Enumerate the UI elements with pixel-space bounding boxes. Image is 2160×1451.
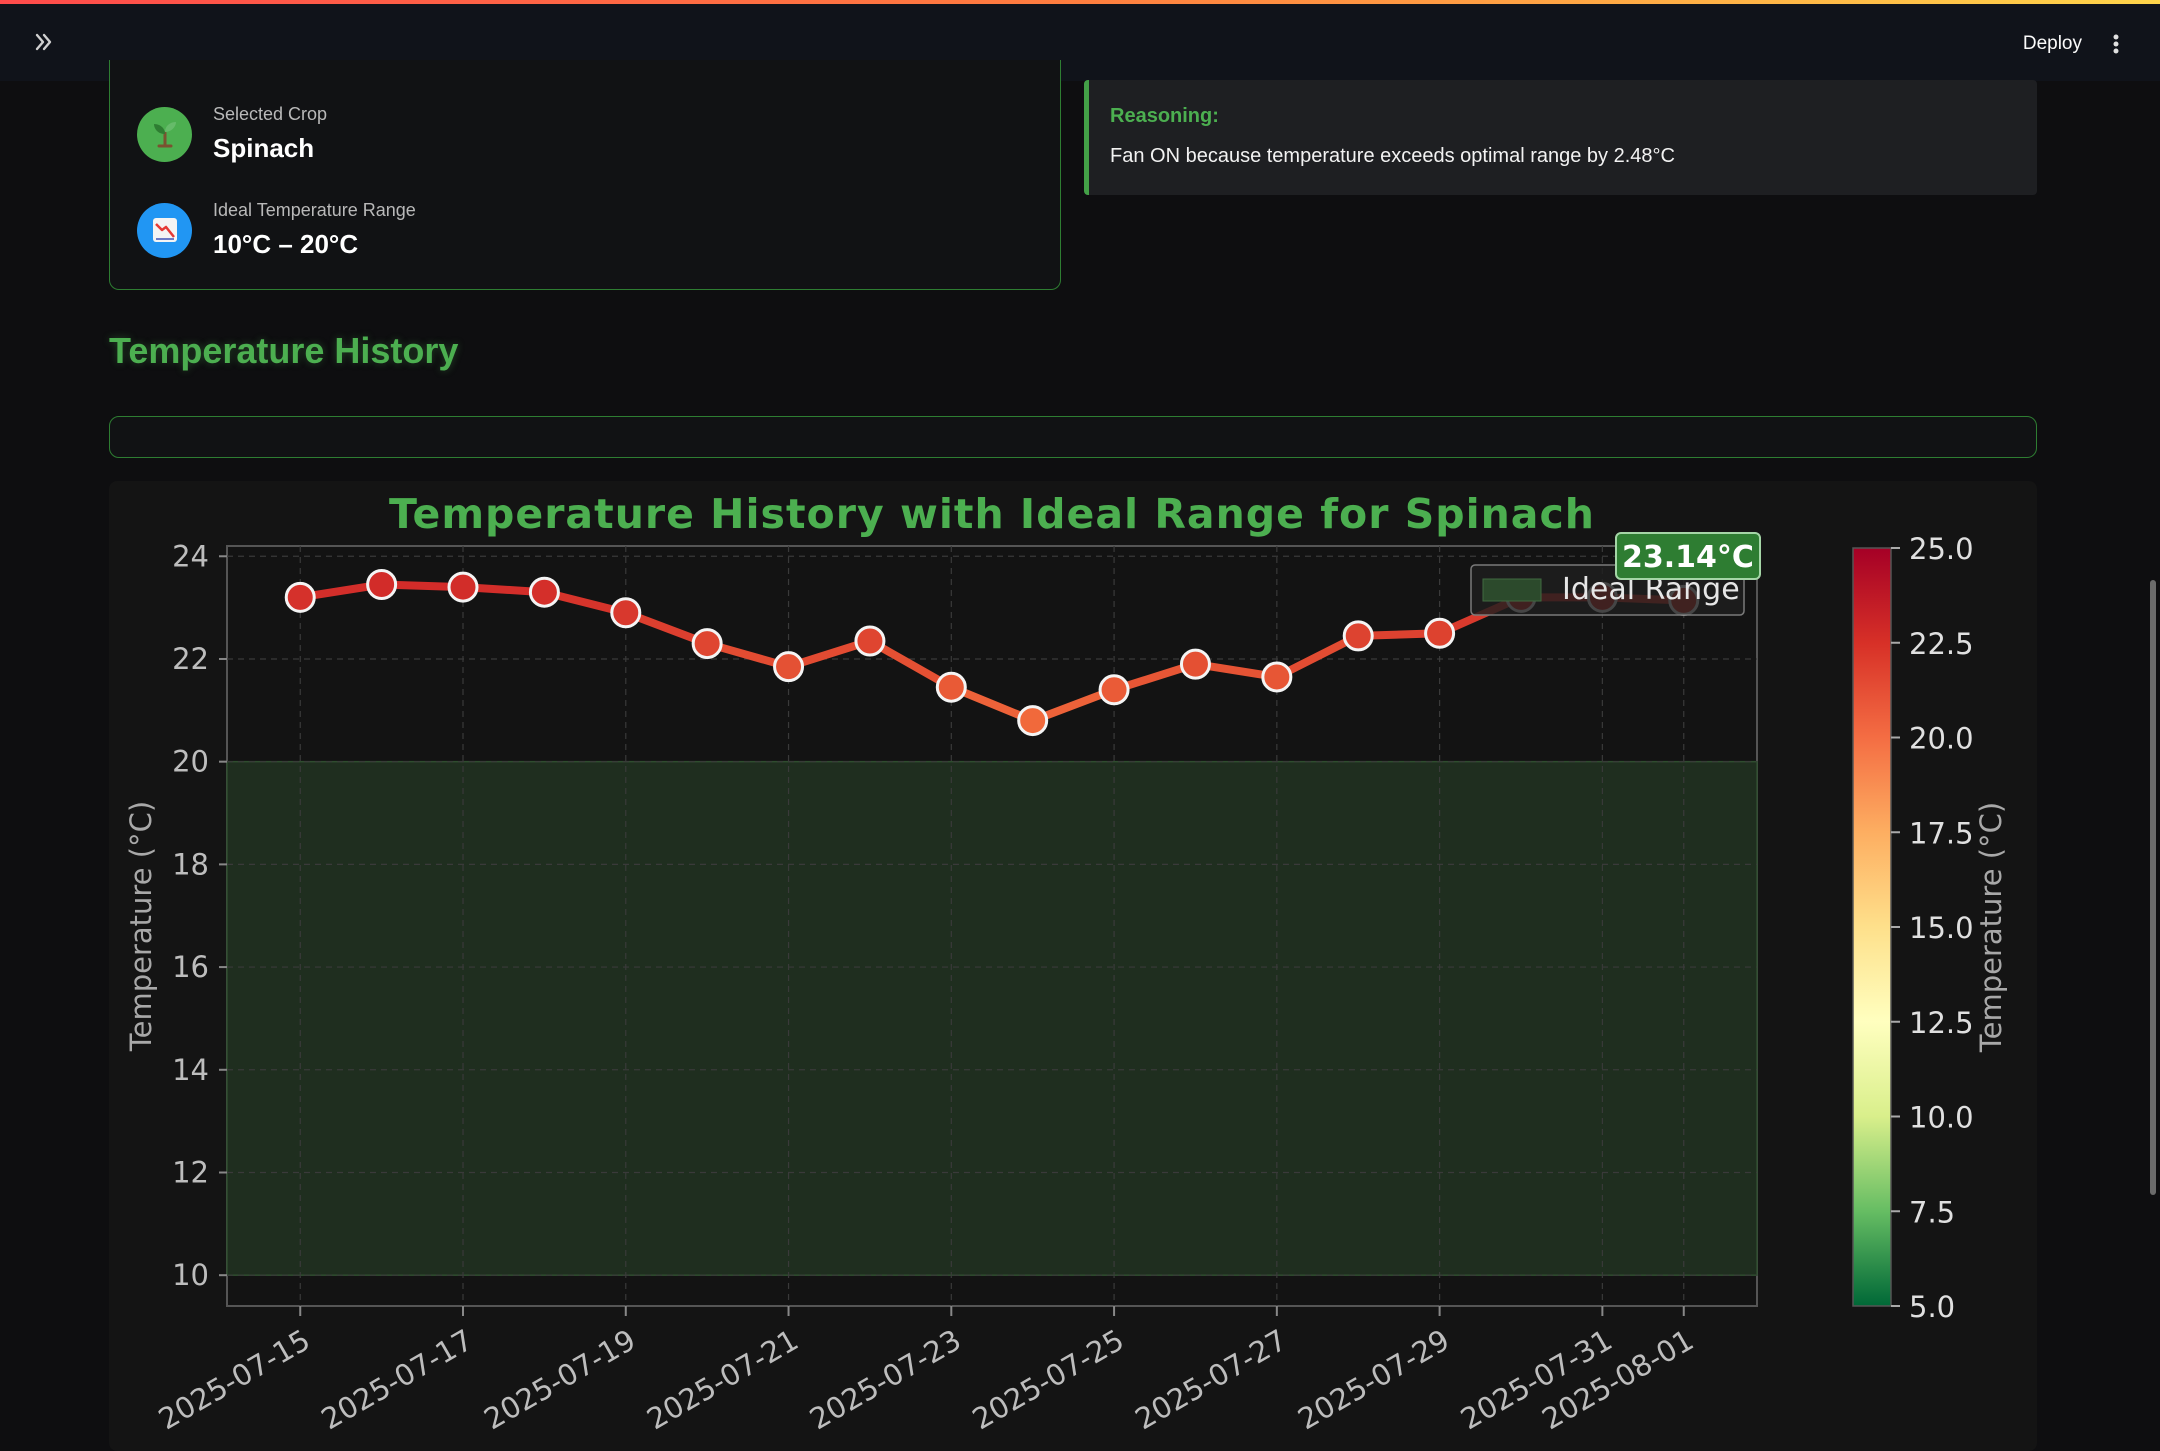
x-tick-label: 2025-07-15 <box>153 1323 316 1437</box>
data-point <box>935 671 967 703</box>
chart-title: Temperature History with Ideal Range for… <box>389 490 1595 538</box>
legend-swatch <box>1482 578 1542 602</box>
y-axis-label: Temperature (°C) <box>124 801 158 1052</box>
y-tick-label: 24 <box>172 539 209 573</box>
data-point <box>854 625 886 657</box>
data-point <box>1179 648 1211 680</box>
ideal-range-row: Ideal Temperature Range 10°C – 20°C <box>137 200 416 260</box>
data-point <box>1342 620 1374 652</box>
vertical-dots-icon <box>2113 34 2119 54</box>
ideal-range-band <box>226 760 1758 1276</box>
x-tick-label: 2025-07-17 <box>316 1323 479 1437</box>
reasoning-card: Reasoning: Fan ON because temperature ex… <box>1084 80 2037 195</box>
colorbar-tick-label: 15.0 <box>1909 911 1974 945</box>
colorbar-label: Temperature (°C) <box>1974 802 2008 1053</box>
page-scrollbar[interactable] <box>2150 580 2156 1195</box>
colorbar-tick-label: 20.0 <box>1909 722 1974 756</box>
data-point <box>284 581 316 613</box>
x-tick-label: 2025-07-27 <box>1129 1323 1292 1437</box>
selected-crop-value: Spinach <box>213 133 315 163</box>
x-tick-label: 2025-07-19 <box>478 1323 641 1437</box>
reasoning-text: Fan ON because temperature exceeds optim… <box>1110 145 1675 167</box>
colorbar <box>1852 547 1892 1307</box>
y-tick-label: 18 <box>172 847 209 881</box>
annotation-label: 23.14°C <box>1622 540 1754 575</box>
x-tick-label: 2025-07-29 <box>1292 1323 1455 1437</box>
expand-sidebar-button[interactable] <box>26 24 62 60</box>
empty-container <box>109 416 2037 458</box>
reasoning-title: Reasoning: <box>1110 105 1219 127</box>
main-menu-button[interactable] <box>2098 26 2134 62</box>
deploy-button[interactable]: Deploy <box>2013 26 2092 62</box>
temperature-chart-svg: 10121416182022242025-07-15 2025-07-17 2025… <box>124 490 2008 1437</box>
colorbar-tick-label: 17.5 <box>1909 816 1974 850</box>
colorbar-tick-label: 10.0 <box>1909 1101 1974 1135</box>
colorbar-tick-label: 22.5 <box>1909 627 1974 661</box>
data-point <box>691 628 723 660</box>
selected-crop-row: Selected Crop Spinach <box>137 104 327 164</box>
ideal-range-value: 10°C – 20°C <box>213 229 359 259</box>
colorbar-tick-label: 7.5 <box>1909 1195 1955 1229</box>
section-title: Temperature History <box>109 330 459 371</box>
colorbar-tick-label: 25.0 <box>1909 532 1974 566</box>
double-chevron-right-icon <box>35 33 52 51</box>
data-point <box>1424 617 1456 649</box>
colorbar-tick-label: 12.5 <box>1909 1006 1974 1040</box>
x-tick-label: 2025-07-25 <box>967 1323 1130 1437</box>
y-tick-label: 20 <box>172 745 209 779</box>
x-tick-label: 2025-07-23 <box>804 1323 967 1437</box>
data-point <box>1017 705 1049 737</box>
y-tick-label: 12 <box>172 1155 209 1189</box>
chart-decreasing-icon <box>137 202 192 258</box>
y-tick-label: 16 <box>172 950 209 984</box>
crop-info-card: Selected Crop Spinach Ideal Temperature … <box>109 60 1061 290</box>
temperature-chart: 10 12 14 16 18 20 22 24 2025-07-15 2025-07-17 2025… <box>109 481 2037 1451</box>
y-tick-label: 10 <box>172 1258 209 1292</box>
data-point <box>447 571 479 603</box>
data-point <box>366 569 398 601</box>
data-point <box>610 597 642 629</box>
data-point <box>1098 674 1130 706</box>
x-tick-label: 2025-07-21 <box>641 1323 804 1437</box>
y-tick-label: 14 <box>172 1053 209 1087</box>
y-tick-label: 22 <box>172 642 209 676</box>
data-point <box>773 651 805 683</box>
data-point <box>1261 661 1293 693</box>
colorbar-tick-label: 5.0 <box>1909 1290 1955 1324</box>
seedling-icon <box>137 106 192 162</box>
ideal-range-label: Ideal Temperature Range <box>213 200 416 220</box>
data-point <box>528 576 560 608</box>
selected-crop-label: Selected Crop <box>213 104 328 124</box>
